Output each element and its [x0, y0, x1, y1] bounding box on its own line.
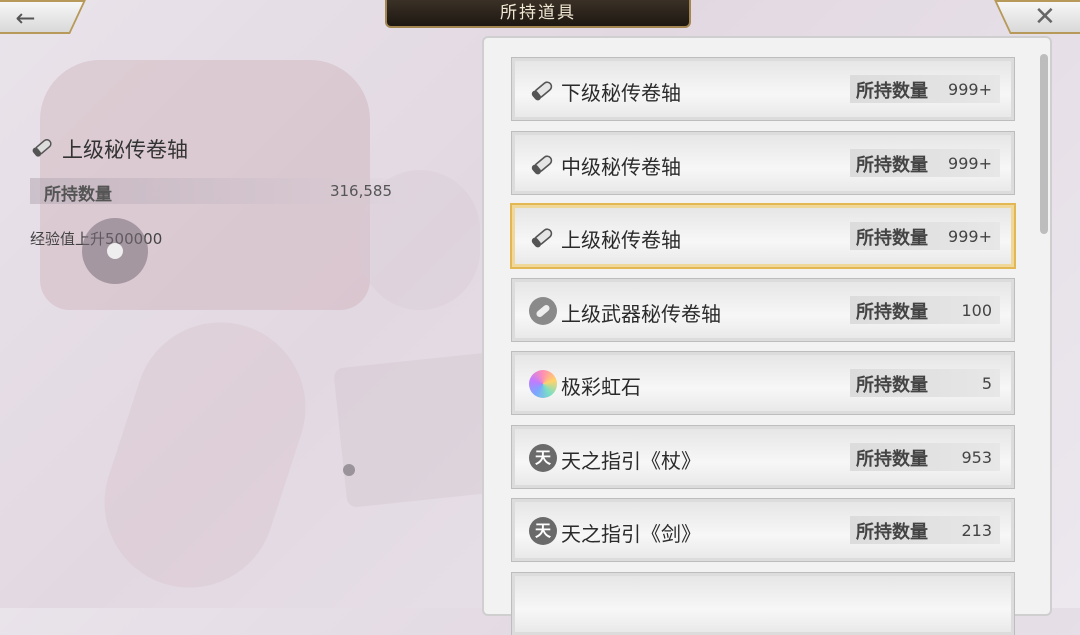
item-quantity-box: 所持数量 5 [850, 369, 1000, 397]
selected-item-name: 上级秘传卷轴 [62, 138, 188, 162]
item-name: 中级秘传卷轴 [561, 154, 681, 179]
guide-icon: 天 [529, 443, 557, 472]
item-row[interactable]: 极彩虹石 所持数量 5 [511, 351, 1015, 415]
joystick-knob[interactable] [107, 243, 123, 259]
books-illustration [333, 352, 507, 508]
item-quantity-box: 所持数量 999+ [850, 148, 1000, 177]
quantity-value: 999+ [948, 227, 992, 246]
item-quantity-box: 所持数量 100 [850, 295, 1000, 324]
close-icon: ✕ [1034, 2, 1056, 32]
quantity-label: 所持数量 [856, 154, 928, 176]
item-quantity-box: 所持数量 999+ [850, 222, 1000, 250]
scroll-icon [30, 134, 56, 160]
quantity-label: 所持数量 [856, 228, 928, 249]
gem-icon [529, 370, 557, 398]
item-name: 上级秘传卷轴 [561, 228, 681, 252]
quantity-value: 213 [961, 521, 992, 540]
item-row[interactable]: 天天之指引《剑》 所持数量 213 [511, 498, 1015, 562]
quantity-label: 所持数量 [856, 375, 928, 396]
scroll-icon [529, 76, 557, 104]
page-title: 所持道具 [385, 0, 691, 28]
quantity-value: 5 [981, 374, 992, 393]
scroll-icon [529, 223, 557, 251]
item-row[interactable]: 上级秘传卷轴 所持数量 999+ [510, 203, 1016, 269]
item-row[interactable]: 下级秘传卷轴 所持数量 999+ [511, 57, 1015, 121]
item-name: 天之指引《杖》 [561, 448, 701, 473]
item-row[interactable] [511, 571, 1015, 635]
hint-marker-icon [343, 464, 355, 476]
quantity-value: 100 [961, 300, 992, 320]
quantity-label: 所持数量 [856, 448, 928, 470]
quantity-value: 953 [961, 447, 992, 467]
quantity-label: 所持数量 [856, 81, 928, 102]
weapon-scroll-icon [529, 296, 557, 325]
guide-icon: 天 [529, 517, 557, 545]
item-name: 天之指引《剑》 [561, 522, 701, 546]
selected-item-count-bar: 所持数量 316,585 [30, 178, 410, 205]
quantity-value: 999+ [948, 153, 992, 173]
item-row[interactable]: 天天之指引《杖》 所持数量 953 [511, 424, 1015, 489]
item-quantity-box: 所持数量 999+ [850, 75, 1000, 103]
item-quantity-box: 所持数量 213 [850, 516, 1000, 544]
item-name: 极彩虹石 [561, 375, 641, 399]
item-row[interactable]: 中级秘传卷轴 所持数量 999+ [511, 130, 1015, 195]
item-name: 下级秘传卷轴 [561, 81, 681, 105]
item-quantity-box: 所持数量 953 [850, 442, 1000, 471]
quantity-value: 999+ [948, 80, 992, 99]
virtual-joystick[interactable] [82, 218, 148, 284]
quantity-label: 所持数量 [856, 522, 928, 543]
item-row[interactable]: 上级武器秘传卷轴 所持数量 100 [511, 277, 1015, 342]
back-arrow-icon: ← [15, 4, 36, 32]
list-scrollbar[interactable] [1040, 54, 1048, 234]
scroll-icon [529, 150, 557, 178]
back-button[interactable]: ← [0, 0, 86, 34]
item-name: 上级武器秘传卷轴 [561, 301, 721, 326]
close-button[interactable]: ✕ [994, 0, 1080, 34]
scroll-illustration [82, 300, 328, 610]
count-label: 所持数量 [44, 185, 112, 205]
quantity-label: 所持数量 [856, 301, 928, 323]
count-value: 316,585 [329, 182, 392, 200]
